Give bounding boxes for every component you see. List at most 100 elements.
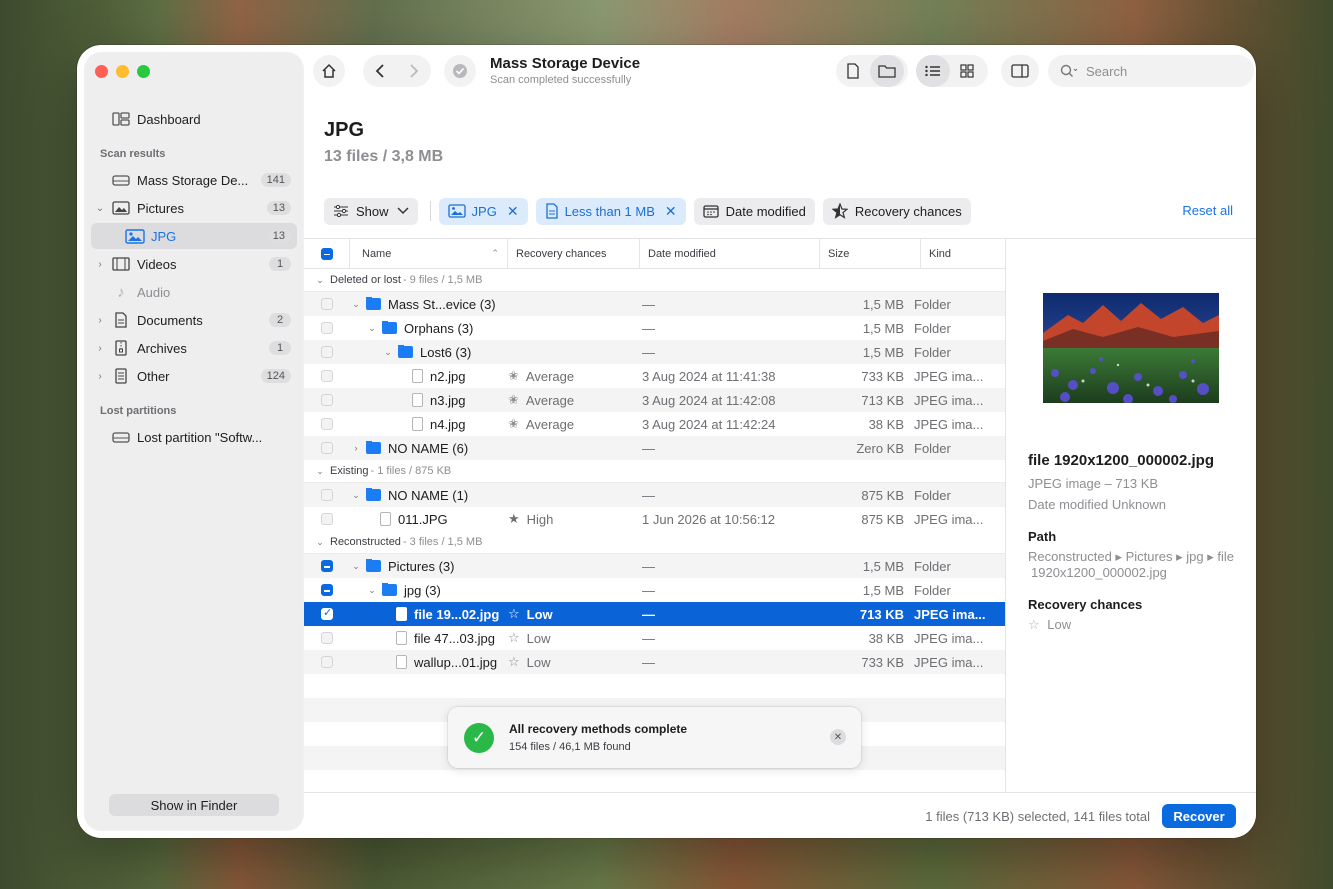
home-button[interactable] [313,55,345,87]
chevron-down-icon[interactable]: ⌄ [382,347,394,358]
size-cell: 1,5 MB [862,320,904,336]
chevron-down-icon[interactable]: ⌄ [366,585,378,596]
chevron-right-icon[interactable]: › [93,259,107,270]
file-icon [412,393,423,407]
chevron-right-icon[interactable]: › [93,371,107,382]
row-checkbox[interactable] [321,322,333,334]
chevron-right-icon[interactable]: › [93,343,107,354]
star-icon [831,203,848,219]
jpg-filter-label: JPG [471,203,497,219]
table-row[interactable]: ⌄ NO NAME (1) — 875 KB Folder [304,483,1005,507]
group-header[interactable]: ⌄ Existing - 1 files / 875 KB [304,460,1005,483]
chevron-down-icon[interactable]: ⌄ [314,537,326,548]
preview-filename: file 1920x1200_000002.jpg [1028,452,1214,469]
table-row[interactable]: n2.jpg ✬ Average 3 Aug 2024 at 11:41:38 7… [304,364,1005,388]
column-recovery[interactable]: Recovery chances [508,239,640,268]
sidebar-item-lost-partition[interactable]: Lost partition "Softw... [91,424,297,450]
chevron-down-icon[interactable]: ⌄ [366,323,378,334]
column-size[interactable]: Size [820,239,921,268]
table-row[interactable]: file 47...03.jpg ☆ Low — 38 KB JPEG ima..… [304,626,1005,650]
window-subtitle: Scan completed successfully [490,74,632,86]
table-row[interactable]: ⌄ Orphans (3) — 1,5 MB Folder [304,316,1005,340]
zoom-window-button[interactable] [137,65,150,78]
recovery-value: ☆ Low [1028,617,1071,633]
sidebar-item-mass-storage[interactable]: Mass Storage De... 141 [91,167,297,193]
table-row[interactable]: n3.jpg ✬ Average 3 Aug 2024 at 11:42:08 7… [304,388,1005,412]
row-checkbox[interactable] [321,632,333,644]
column-name[interactable]: Name ⌃ [350,239,508,268]
toggle-preview-button[interactable] [1001,55,1039,87]
group-header[interactable]: ⌄ Deleted or lost - 9 files / 1,5 MB [304,269,1005,292]
sidebar-item-dashboard[interactable]: Dashboard [91,106,297,132]
table-row[interactable]: ⌄ jpg (3) — 1,5 MB Folder [304,578,1005,602]
row-checkbox[interactable] [321,606,333,620]
date-filter-button[interactable]: Date modified [693,197,815,225]
chevron-down-icon[interactable]: ⌄ [314,275,326,286]
dashboard-icon [111,111,131,127]
remove-filter-icon[interactable]: ✕ [665,203,677,220]
table-row[interactable]: ⌄ Mass St...evice (3) — 1,5 MB Folder [304,292,1005,316]
film-icon [111,256,131,272]
chevron-down-icon[interactable]: ⌄ [350,299,362,310]
size-filter-chip[interactable]: Less than 1 MB ✕ [535,197,686,225]
table-row[interactable]: wallup...01.jpg ☆ Low — 733 KB JPEG ima..… [304,650,1005,674]
chevron-down-icon[interactable]: ⌄ [314,466,326,477]
row-checkbox[interactable] [321,560,333,572]
remove-filter-icon[interactable]: ✕ [507,203,519,220]
table-row-selected[interactable]: file 19...02.jpg ☆ Low — 713 KB JPEG ima.… [304,602,1005,626]
column-date[interactable]: Date modified [640,239,820,268]
group-header[interactable]: ⌄ Reconstructed - 3 files / 1,5 MB [304,531,1005,554]
select-all-checkbox[interactable] [320,247,333,260]
file-view-button[interactable] [836,55,870,87]
show-in-finder-button[interactable]: Show in Finder [109,794,279,816]
show-filter-button[interactable]: Show [324,197,418,225]
close-window-button[interactable] [95,65,108,78]
row-checkbox[interactable] [321,442,333,454]
scan-status-button[interactable] [444,55,476,87]
row-checkbox[interactable] [321,513,333,525]
row-checkbox[interactable] [321,394,333,406]
sidebar-item-jpg[interactable]: JPG 13 [91,223,297,249]
column-label: Date modified [648,247,716,260]
chevron-down-icon[interactable]: ⌄ [350,561,362,572]
group-title: Reconstructed [330,536,401,548]
toast-close-button[interactable]: ✕ [830,729,846,745]
sidebar-item-audio[interactable]: ♪ Audio [91,279,297,305]
recovery-filter-button[interactable]: Recovery chances [822,197,971,225]
table-row[interactable]: › NO NAME (6) — Zero KB Folder [304,436,1005,460]
sidebar-item-pictures[interactable]: ⌄ Pictures 13 [91,195,297,221]
minimize-window-button[interactable] [116,65,129,78]
row-checkbox[interactable] [321,656,333,668]
table-row[interactable]: ⌄ Pictures (3) — 1,5 MB Folder [304,554,1005,578]
sidebar-item-documents[interactable]: › Documents 2 [91,307,297,333]
sidebar-item-other[interactable]: › Other 124 [91,363,297,389]
reset-all-link[interactable]: Reset all [1182,203,1233,218]
chevron-down-icon[interactable]: ⌄ [350,490,362,501]
chevron-right-icon[interactable]: › [350,443,362,453]
row-checkbox[interactable] [321,346,333,358]
search-icon [1060,64,1078,78]
table-row[interactable]: n4.jpg ✬ Average 3 Aug 2024 at 11:42:24 3… [304,412,1005,436]
select-all-checkbox-cell[interactable] [304,239,350,268]
row-checkbox[interactable] [321,298,333,310]
row-checkbox[interactable] [321,370,333,382]
list-view-button[interactable] [916,55,950,87]
row-checkbox[interactable] [321,489,333,501]
chevron-down-icon[interactable]: ⌄ [93,203,107,214]
sidebar-item-archives[interactable]: › Archives 1 [91,335,297,361]
row-checkbox[interactable] [321,584,333,596]
date-cell: — [642,654,655,670]
chevron-right-icon[interactable]: › [93,315,107,326]
sidebar-item-videos[interactable]: › Videos 1 [91,251,297,277]
column-kind[interactable]: Kind [921,239,1005,268]
jpg-filter-chip[interactable]: JPG ✕ [438,197,528,225]
grid-view-button[interactable] [950,55,984,87]
table-row[interactable]: 011.JPG ★ High 1 Jun 2026 at 10:56:12 875… [304,507,1005,531]
forward-button[interactable] [397,55,431,87]
search-field[interactable]: Search [1048,55,1254,87]
recover-button[interactable]: Recover [1162,804,1236,828]
folder-view-button[interactable] [870,55,904,87]
table-row[interactable]: ⌄ Lost6 (3) — 1,5 MB Folder [304,340,1005,364]
row-checkbox[interactable] [321,418,333,430]
back-button[interactable] [363,55,397,87]
